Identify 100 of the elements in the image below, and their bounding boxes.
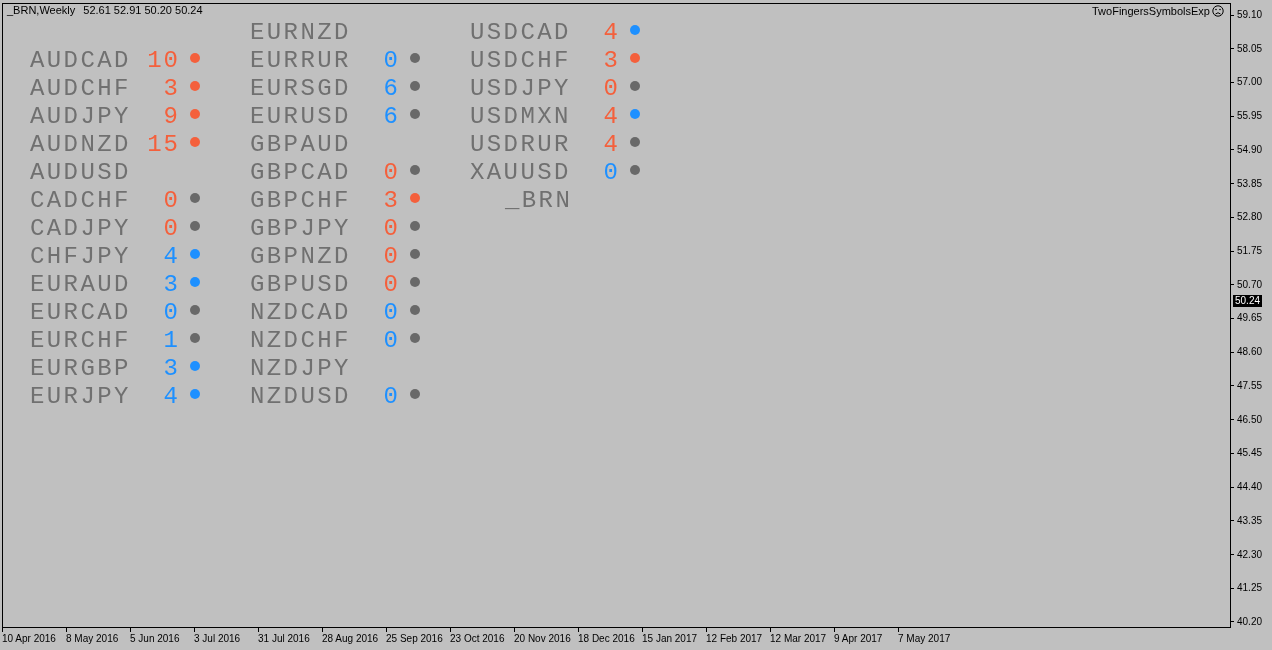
symbol-name: CADJPY <box>30 217 132 241</box>
symbol-name: GBPNZD <box>250 245 352 269</box>
signal-count: 0 <box>383 217 400 241</box>
date-label: 12 Mar 2017 <box>770 634 827 644</box>
symbol-name: EURAUD <box>30 273 132 297</box>
date-label: 5 Jun 2016 <box>130 634 180 644</box>
price-label: 49.65 <box>1237 313 1263 324</box>
price-label: 40.20 <box>1237 616 1263 627</box>
signal-count: 0 <box>383 245 400 269</box>
symbol-name: EURSGD <box>250 77 352 101</box>
symbol-name: GBPAUD <box>250 133 352 157</box>
price-label: 44.40 <box>1237 482 1263 493</box>
symbol-name: AUDNZD <box>30 133 132 157</box>
symbol-name: _BRN <box>505 189 573 213</box>
date-label: 10 Apr 2016 <box>2 634 56 644</box>
signal-count: 0 <box>603 161 620 185</box>
date-label: 31 Jul 2016 <box>258 634 310 644</box>
price-label: 54.90 <box>1237 144 1263 155</box>
signal-count: 0 <box>163 301 180 325</box>
symbol-name: NZDJPY <box>250 357 352 381</box>
signal-count: 3 <box>163 273 180 297</box>
symbol-name: AUDCAD <box>30 49 132 73</box>
price-label: 48.60 <box>1237 347 1263 358</box>
symbol-name: EURCAD <box>30 301 132 325</box>
date-label: 23 Oct 2016 <box>450 634 505 644</box>
date-label: 9 Apr 2017 <box>834 634 883 644</box>
symbol-name: CADCHF <box>30 189 132 213</box>
signal-count: 0 <box>383 273 400 297</box>
signal-count: 0 <box>163 189 180 213</box>
signal-count: 4 <box>603 105 620 129</box>
symbol-name: EURJPY <box>30 385 132 409</box>
signal-count: 0 <box>603 77 620 101</box>
symbol-name: USDCHF <box>470 49 572 73</box>
signal-count: 0 <box>383 385 400 409</box>
signal-count: 6 <box>383 77 400 101</box>
symbol-name: NZDCHF <box>250 329 352 353</box>
date-label: 28 Aug 2016 <box>322 634 379 644</box>
symbol-name: AUDUSD <box>30 161 132 185</box>
date-label: 20 Nov 2016 <box>514 634 571 644</box>
current-price-label: 50.24 <box>1233 295 1263 307</box>
date-label: 12 Feb 2017 <box>706 634 763 644</box>
symbol-name: EURCHF <box>30 329 132 353</box>
symbol-name: NZDUSD <box>250 385 352 409</box>
symbol-name: EURRUR <box>250 49 352 73</box>
date-label: 3 Jul 2016 <box>194 634 241 644</box>
price-label: 51.75 <box>1237 246 1263 257</box>
symbol-name: USDJPY <box>470 77 572 101</box>
symbol-name: USDCAD <box>470 21 572 45</box>
symbol-name: XAUUSD <box>470 161 572 185</box>
date-label: 8 May 2016 <box>66 634 119 644</box>
symbol-name: AUDJPY <box>30 105 132 129</box>
price-label: 46.50 <box>1237 414 1263 425</box>
price-label: 59.10 <box>1237 10 1263 20</box>
signal-count: 0 <box>383 329 400 353</box>
price-label: 50.70 <box>1237 279 1263 290</box>
signal-count: 15 <box>147 133 180 157</box>
price-label: 41.25 <box>1237 583 1263 594</box>
chart-title: _BRN,Weekly <box>7 5 76 16</box>
signal-count: 6 <box>383 105 400 129</box>
symbol-name: GBPCHF <box>250 189 352 213</box>
symbol-name: GBPCAD <box>250 161 352 185</box>
signal-count: 9 <box>163 105 180 129</box>
signal-count: 3 <box>603 49 620 73</box>
ohlc-values: 52.61 52.91 50.20 50.24 <box>83 5 203 16</box>
price-label: 47.55 <box>1237 380 1263 391</box>
symbol-name: USDMXN <box>470 105 572 129</box>
symbol-name: CHFJPY <box>30 245 132 269</box>
price-label: 52.80 <box>1237 212 1263 223</box>
signal-count: 4 <box>603 21 620 45</box>
signal-count: 4 <box>603 133 620 157</box>
signal-count: 3 <box>163 357 180 381</box>
signal-count: 0 <box>163 217 180 241</box>
symbol-name: EURNZD <box>250 21 352 45</box>
signal-count: 0 <box>383 161 400 185</box>
symbol-name: USDRUR <box>470 133 572 157</box>
signal-count: 4 <box>163 245 180 269</box>
signal-count: 1 <box>163 329 180 353</box>
signal-count: 4 <box>163 385 180 409</box>
symbol-name: EURGBP <box>30 357 132 381</box>
symbol-name: EURUSD <box>250 105 352 129</box>
signal-count: 10 <box>147 49 180 73</box>
date-label: 25 Sep 2016 <box>386 634 443 644</box>
date-label: 7 May 2017 <box>898 634 951 644</box>
indicator-name: TwoFingersSymbolsExp <box>1092 5 1210 17</box>
price-label: 53.85 <box>1237 178 1263 189</box>
price-label: 43.35 <box>1237 515 1263 526</box>
signal-count: 0 <box>383 301 400 325</box>
symbol-name: NZDCAD <box>250 301 352 325</box>
signal-count: 3 <box>163 77 180 101</box>
price-label: 42.30 <box>1237 549 1263 560</box>
price-label: 58.05 <box>1237 43 1263 54</box>
date-label: 18 Dec 2016 <box>578 634 635 644</box>
price-label: 45.45 <box>1237 448 1263 459</box>
symbol-name: AUDCHF <box>30 77 132 101</box>
symbol-name: GBPUSD <box>250 273 352 297</box>
signal-count: 0 <box>383 49 400 73</box>
signal-count: 3 <box>383 189 400 213</box>
symbol-name: GBPJPY <box>250 217 352 241</box>
date-label: 15 Jan 2017 <box>642 634 698 644</box>
price-label: 55.95 <box>1237 111 1263 122</box>
